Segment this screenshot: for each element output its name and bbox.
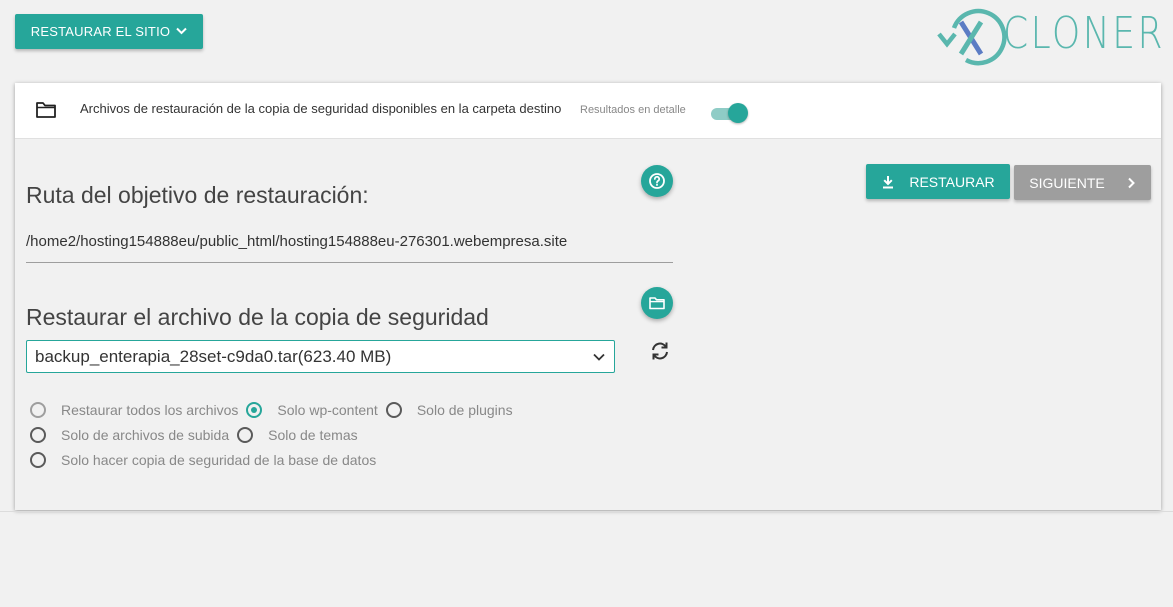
refresh-button[interactable]: [649, 340, 673, 364]
next-label: SIGUIENTE: [1029, 174, 1105, 191]
option-plugins[interactable]: Solo de plugins: [385, 401, 513, 418]
radio-circle: [237, 426, 254, 443]
chevron-down-icon: [592, 350, 606, 364]
restore-target-path: /home2/hosting154888eu/public_html/hosti…: [26, 233, 568, 250]
chevron-right-icon: [1128, 177, 1135, 188]
options-row-2: Solo de archivos de subida Solo de temas: [30, 422, 521, 447]
help-button[interactable]: [641, 165, 673, 197]
folder-open-icon: [649, 297, 665, 310]
header-title: Archivos de restauración de la copia de …: [80, 101, 562, 116]
options-row-1: Restaurar todos los archivos Solo wp-con…: [30, 397, 521, 422]
option-all-files[interactable]: Restaurar todos los archivos: [30, 401, 238, 418]
logo-text: CLONER: [1003, 8, 1166, 59]
refresh-icon: [652, 342, 668, 360]
backup-file-select[interactable]: backup_enterapia_28set-c9da0.tar(623.40 …: [26, 340, 615, 373]
option-themes[interactable]: Solo de temas: [237, 426, 358, 443]
radio-circle: [246, 401, 263, 418]
xcloner-logo: CLONER: [936, 4, 1166, 70]
restore-site-label: RESTAURAR EL SITIO: [30, 24, 171, 39]
radio-circle: [30, 451, 46, 468]
card-header: Archivos de restauración de la copia de …: [15, 83, 1161, 139]
toggle-knob: [728, 103, 748, 123]
browse-folder-button[interactable]: [641, 287, 673, 319]
option-uploads[interactable]: Solo de archivos de subida: [30, 426, 229, 443]
help-icon: [649, 173, 665, 189]
restore-label: RESTAURAR: [909, 173, 995, 190]
options-row-3: Solo hacer copia de seguridad de la base…: [30, 447, 521, 472]
download-icon: [883, 175, 894, 188]
backup-file-title: Restaurar el archivo de la copia de segu…: [26, 304, 489, 330]
restore-button[interactable]: RESTAURAR: [866, 164, 1010, 199]
chevron-down-icon: [176, 24, 187, 38]
restore-site-dropdown-button[interactable]: RESTAURAR EL SITIO: [15, 14, 203, 49]
detail-results-toggle[interactable]: [711, 103, 749, 123]
folder-icon: [35, 100, 57, 120]
page-divider: [0, 511, 1173, 512]
radio-circle: [30, 426, 46, 443]
restore-target-title: Ruta del objetivo de restauración:: [26, 182, 369, 208]
path-underline: [26, 262, 673, 263]
option-wp-content[interactable]: Solo wp-content: [246, 401, 378, 418]
restore-card: Archivos de restauración de la copia de …: [15, 83, 1161, 510]
backup-file-selected: backup_enterapia_28set-c9da0.tar(623.40 …: [35, 346, 392, 366]
restore-options: Restaurar todos los archivos Solo wp-con…: [30, 397, 521, 472]
option-database[interactable]: Solo hacer copia de seguridad de la base…: [30, 451, 376, 468]
detail-results-label: Resultados en detalle: [580, 104, 686, 116]
radio-circle: [30, 401, 46, 418]
next-button[interactable]: SIGUIENTE: [1014, 165, 1151, 200]
radio-circle: [385, 401, 402, 418]
